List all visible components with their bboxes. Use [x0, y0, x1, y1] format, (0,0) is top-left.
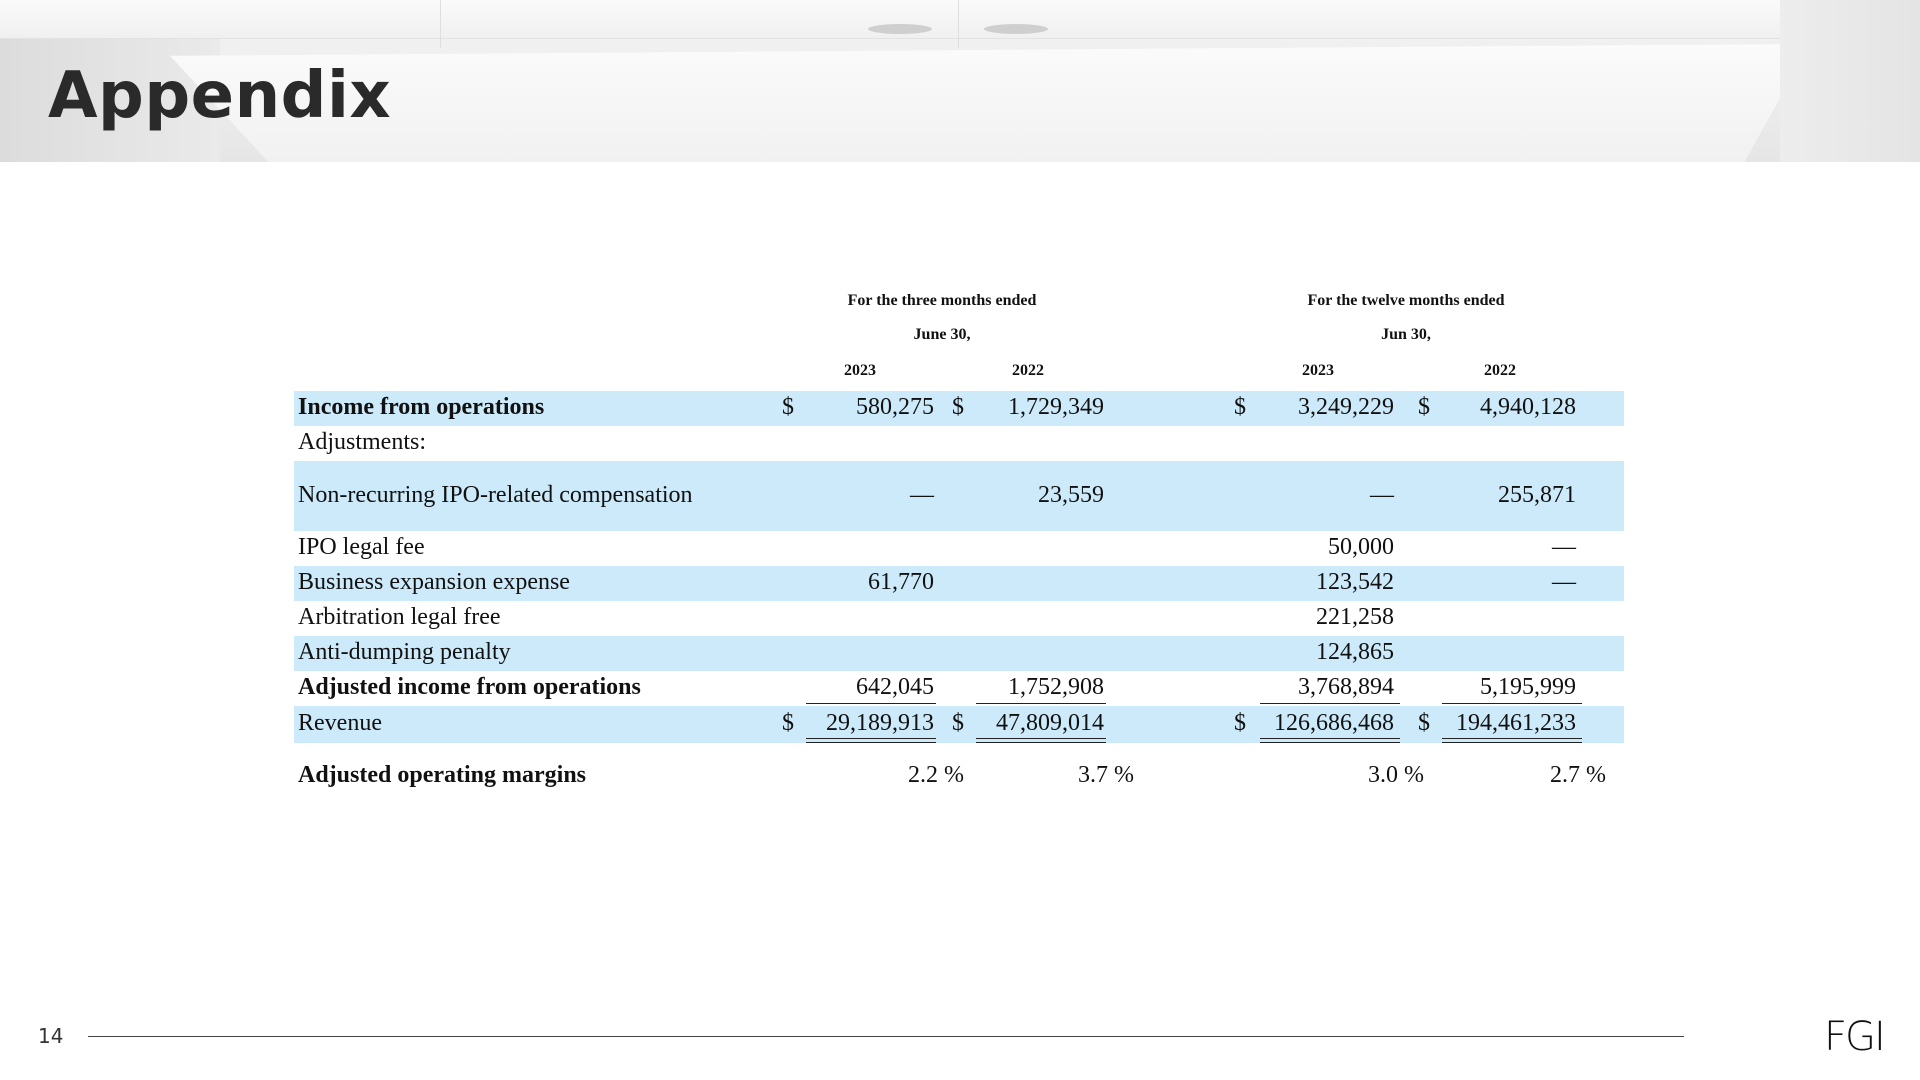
- row-label: Revenue: [298, 710, 382, 736]
- page-number: 14: [38, 1024, 64, 1048]
- row-label: Adjusted income from operations: [298, 674, 641, 700]
- table-cell: 3.0 %: [1368, 762, 1424, 788]
- table-cell: 2.7 %: [1550, 762, 1606, 788]
- banner-desk: [170, 44, 1810, 162]
- currency-symbol: $: [952, 710, 964, 736]
- banner-ceiling: [0, 0, 1920, 39]
- table-cell: —: [1552, 569, 1576, 595]
- table-cell: 50,000: [1328, 534, 1394, 560]
- currency-symbol: $: [952, 394, 964, 420]
- twelve-months-date: Jun 30,: [1381, 326, 1431, 343]
- table-cell: 221,258: [1316, 604, 1394, 630]
- three-months-header: For the three months ended: [847, 292, 1037, 309]
- total-underline: [1442, 703, 1582, 704]
- table-cell: 1,729,349: [1008, 394, 1104, 420]
- twelve-months-header: For the twelve months ended: [1307, 292, 1505, 309]
- table-cell: —: [1552, 534, 1576, 560]
- double-underline: [806, 738, 936, 743]
- table-row: Arbitration legal free 221,258: [294, 601, 1624, 636]
- table-cell: 3,768,894: [1298, 674, 1394, 700]
- total-underline: [806, 703, 936, 704]
- table-cell: 124,865: [1316, 639, 1394, 665]
- total-underline: [1260, 703, 1400, 704]
- table-row: IPO legal fee 50,000 —: [294, 531, 1624, 566]
- table-cell: 47,809,014: [996, 710, 1104, 736]
- table-cell: 123,542: [1316, 569, 1394, 595]
- table-row: Revenue $ 29,189,913 $ 47,809,014 $ 126,…: [294, 706, 1624, 743]
- row-label: Non-recurring IPO-related compensation: [298, 482, 693, 508]
- company-logo: FGI: [1824, 1014, 1886, 1060]
- table-cell: 3,249,229: [1298, 394, 1394, 420]
- row-label: Adjustments:: [298, 429, 427, 455]
- currency-symbol: $: [782, 710, 794, 736]
- double-underline: [1260, 738, 1400, 743]
- table-cell: 1,752,908: [1008, 674, 1104, 700]
- table-cell: —: [1370, 482, 1394, 508]
- row-label: Adjusted operating margins: [298, 762, 587, 788]
- table-cell: 2.2 %: [908, 762, 964, 788]
- table-cell: 23,559: [1038, 482, 1104, 508]
- banner-wall-right: [1780, 0, 1920, 162]
- table-cell: 126,686,468: [1274, 710, 1394, 736]
- row-label: Arbitration legal free: [298, 604, 501, 630]
- table-cell: 580,275: [856, 394, 934, 420]
- banner-ceiling-line: [440, 0, 441, 48]
- banner-ceiling-line: [958, 0, 959, 48]
- table-row: Adjusted income from operations 642,045 …: [294, 671, 1624, 706]
- table-row: Business expansion expense 61,770 123,54…: [294, 566, 1624, 601]
- table-cell: —: [910, 482, 934, 508]
- table-cell: 255,871: [1498, 482, 1576, 508]
- table-cell: 29,189,913: [826, 710, 934, 736]
- table-row: Anti-dumping penalty 124,865: [294, 636, 1624, 671]
- total-underline: [976, 703, 1106, 704]
- currency-symbol: $: [782, 394, 794, 420]
- year-header: 2022: [1012, 362, 1044, 379]
- slide-title: Appendix: [48, 59, 392, 133]
- banner-ceiling-lamp: [984, 24, 1048, 34]
- row-label: Business expansion expense: [298, 569, 570, 595]
- table-cell: 61,770: [868, 569, 934, 595]
- year-header: 2023: [1302, 362, 1334, 379]
- row-label: Anti-dumping penalty: [298, 639, 511, 665]
- double-underline: [1442, 738, 1582, 743]
- table-row: Non-recurring IPO-related compensation —…: [294, 461, 1624, 531]
- table-cell: 642,045: [856, 674, 934, 700]
- table-row: Adjusted operating margins 2.2 % 3.7 % 3…: [294, 756, 1624, 796]
- financial-table: For the three months ended June 30, For …: [294, 288, 1624, 798]
- table-cell: 3.7 %: [1078, 762, 1134, 788]
- footer-divider: [88, 1036, 1684, 1037]
- banner-ceiling-lamp: [868, 24, 932, 34]
- year-header: 2022: [1484, 362, 1516, 379]
- table-row: Adjustments:: [294, 426, 1624, 461]
- table-cell: 5,195,999: [1480, 674, 1576, 700]
- row-label: IPO legal fee: [298, 534, 425, 560]
- row-label: Income from operations: [298, 394, 545, 420]
- year-header: 2023: [844, 362, 876, 379]
- table-cell: 4,940,128: [1480, 394, 1576, 420]
- three-months-date: June 30,: [913, 326, 971, 343]
- table-cell: 194,461,233: [1456, 710, 1576, 736]
- double-underline: [976, 738, 1106, 743]
- table-row: Income from operations $ 580,275 $ 1,729…: [294, 391, 1624, 426]
